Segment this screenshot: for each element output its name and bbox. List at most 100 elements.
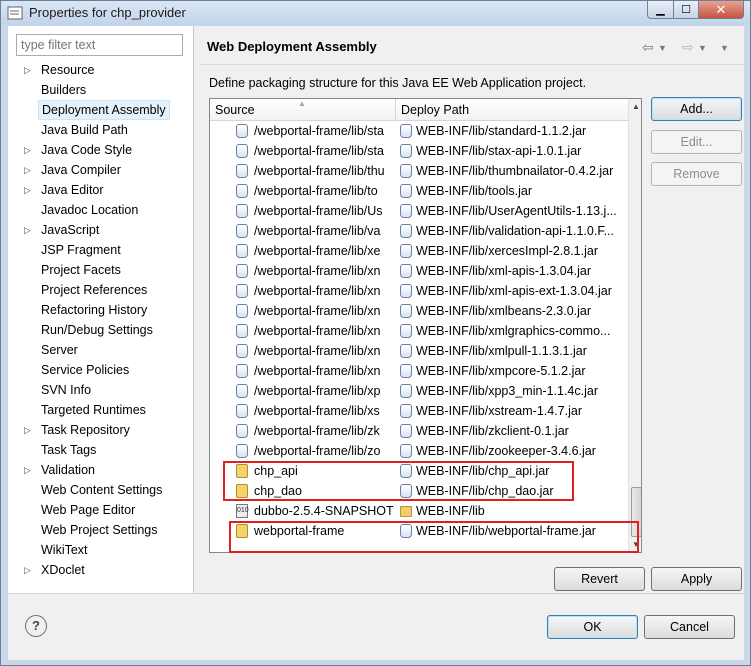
nav-item-label: Web Content Settings (41, 483, 163, 497)
jar-icon (400, 324, 412, 338)
properties-dialog: Properties for chp_provider ▁ ☐ ✕ ▷ Resou… (0, 0, 751, 666)
nav-item[interactable]: Project Facets (41, 260, 121, 280)
filter-input[interactable] (16, 34, 183, 56)
scroll-up-icon[interactable]: ▲ (629, 99, 641, 115)
nav-item[interactable]: Web Page Editor (41, 500, 135, 520)
table-row[interactable]: /webportal-frame/lib/xn WEB-INF/lib/xmlgr… (210, 321, 628, 341)
nav-item[interactable]: Service Policies (41, 360, 129, 380)
nav-item-label: Validation (41, 463, 95, 477)
deploy-path-cell: WEB-INF/lib/xml-apis-ext-1.3.04.jar (416, 284, 612, 298)
nav-item-label: Refactoring History (41, 303, 148, 317)
nav-item[interactable]: Web Project Settings (41, 520, 158, 540)
nav-item[interactable]: ▷ Java Editor (24, 180, 104, 200)
page-title: Web Deployment Assembly (207, 39, 377, 54)
source-cell: /webportal-frame/lib/xn (254, 364, 381, 378)
table-row[interactable]: 010 dubbo-2.5.4-SNAPSHOT WEB-INF/lib (210, 501, 628, 521)
nav-item-label: Service Policies (41, 363, 130, 377)
source-cell: /webportal-frame/lib/thu (254, 164, 385, 178)
nav-item[interactable]: Targeted Runtimes (41, 400, 146, 420)
nav-item[interactable]: Deployment Assembly (38, 100, 170, 120)
nav-item[interactable]: Run/Debug Settings (41, 320, 153, 340)
maximize-button[interactable]: ☐ (673, 1, 699, 19)
nav-item[interactable]: Builders (41, 80, 86, 100)
forward-arrow-icon[interactable]: ⇨ (682, 39, 694, 56)
nav-item[interactable]: Javadoc Location (41, 200, 138, 220)
minimize-button[interactable]: ▁ (647, 1, 674, 19)
column-header-source[interactable]: ▲ Source (210, 99, 396, 121)
source-cell: /webportal-frame/lib/xs (254, 404, 380, 418)
table-row[interactable]: /webportal-frame/lib/xn WEB-INF/lib/xml-a… (210, 261, 628, 281)
maximize-icon: ☐ (681, 4, 691, 16)
table-row[interactable]: /webportal-frame/lib/xn WEB-INF/lib/xmlbe… (210, 301, 628, 321)
table-row[interactable]: /webportal-frame/lib/xn WEB-INF/lib/xmpco… (210, 361, 628, 381)
expand-arrow-icon[interactable]: ▷ (24, 420, 34, 440)
vertical-scrollbar[interactable]: ▲ ▼ (628, 99, 641, 552)
jar-icon (236, 424, 248, 438)
table-row[interactable]: /webportal-frame/lib/zk WEB-INF/lib/zkcli… (210, 421, 628, 441)
nav-item-label: Builders (41, 83, 87, 97)
jar-icon (236, 164, 248, 178)
ok-button[interactable]: OK (547, 615, 638, 639)
view-menu-icon[interactable]: ▼ (720, 43, 729, 53)
table-row[interactable]: /webportal-frame/lib/xn WEB-INF/lib/xml-a… (210, 281, 628, 301)
table-row[interactable]: /webportal-frame/lib/xp WEB-INF/lib/xpp3_… (210, 381, 628, 401)
expand-arrow-icon[interactable]: ▷ (24, 560, 34, 580)
nav-item[interactable]: Server (41, 340, 78, 360)
jar-icon (236, 224, 248, 238)
close-button[interactable]: ✕ (698, 1, 744, 19)
expand-arrow-icon[interactable]: ▷ (24, 180, 34, 200)
column-header-deploy-path[interactable]: Deploy Path (396, 99, 628, 121)
table-header: ▲ Source Deploy Path (210, 99, 628, 121)
table-row[interactable]: /webportal-frame/lib/xn WEB-INF/lib/xmlpu… (210, 341, 628, 361)
expand-arrow-icon[interactable]: ▷ (24, 160, 34, 180)
table-row[interactable]: /webportal-frame/lib/sta WEB-INF/lib/stan… (210, 121, 628, 141)
forward-menu-chevron-icon[interactable]: ▼ (698, 43, 707, 53)
table-row[interactable]: /webportal-frame/lib/thu WEB-INF/lib/thum… (210, 161, 628, 181)
table-row[interactable]: /webportal-frame/lib/xs WEB-INF/lib/xstre… (210, 401, 628, 421)
nav-item[interactable]: Task Tags (41, 440, 96, 460)
nav-item[interactable]: ▷ Task Repository (24, 420, 130, 440)
expand-arrow-icon[interactable]: ▷ (24, 460, 34, 480)
nav-item[interactable]: ▷ Validation (24, 460, 95, 480)
nav-item[interactable]: Java Build Path (41, 120, 128, 140)
cancel-button[interactable]: Cancel (644, 615, 735, 639)
title-bar[interactable]: Properties for chp_provider ▁ ☐ ✕ (1, 1, 750, 25)
jar-icon (400, 384, 412, 398)
remove-button[interactable]: Remove (651, 162, 742, 186)
edit-button[interactable]: Edit... (651, 130, 742, 154)
add-button[interactable]: Add... (651, 97, 742, 121)
expand-arrow-icon[interactable]: ▷ (24, 140, 34, 160)
nav-item[interactable]: ▷ Java Compiler (24, 160, 121, 180)
nav-item[interactable]: JSP Fragment (41, 240, 121, 260)
revert-button[interactable]: Revert (554, 567, 645, 591)
nav-item[interactable]: ▷ JavaScript (24, 220, 99, 240)
table-row[interactable]: /webportal-frame/lib/Us WEB-INF/lib/UserA… (210, 201, 628, 221)
nav-item[interactable]: WikiText (41, 540, 88, 560)
back-menu-chevron-icon[interactable]: ▼ (658, 43, 667, 53)
back-arrow-icon[interactable]: ⇦ (642, 39, 654, 56)
nav-item[interactable]: Refactoring History (41, 300, 147, 320)
apply-button[interactable]: Apply (651, 567, 742, 591)
table-row[interactable]: /webportal-frame/lib/xe WEB-INF/lib/xerce… (210, 241, 628, 261)
nav-item-label: WikiText (41, 543, 88, 557)
help-icon[interactable]: ? (25, 615, 47, 637)
nav-item[interactable]: ▷ XDoclet (24, 560, 85, 580)
table-row[interactable]: /webportal-frame/lib/sta WEB-INF/lib/stax… (210, 141, 628, 161)
window-title: Properties for chp_provider (29, 5, 186, 20)
expand-arrow-icon[interactable]: ▷ (24, 220, 34, 240)
table-row[interactable]: /webportal-frame/lib/to WEB-INF/lib/tools… (210, 181, 628, 201)
deploy-path-cell: WEB-INF/lib/xercesImpl-2.8.1.jar (416, 244, 598, 258)
table-row[interactable]: /webportal-frame/lib/va WEB-INF/lib/valid… (210, 221, 628, 241)
nav-item[interactable]: SVN Info (41, 380, 91, 400)
nav-item[interactable]: ▷ Resource (24, 60, 95, 80)
expand-arrow-icon[interactable]: ▷ (24, 60, 34, 80)
jar-icon (400, 184, 412, 198)
table-row[interactable]: /webportal-frame/lib/zo WEB-INF/lib/zooke… (210, 441, 628, 461)
nav-item[interactable]: Web Content Settings (41, 480, 162, 500)
nav-item[interactable]: Project References (41, 280, 147, 300)
source-cell: /webportal-frame/lib/sta (254, 124, 384, 138)
deploy-path-cell: WEB-INF/lib/zkclient-0.1.jar (416, 424, 569, 438)
nav-item-label: Javadoc Location (41, 203, 139, 217)
nav-item-label: Resource (41, 63, 95, 77)
nav-item[interactable]: ▷ Java Code Style (24, 140, 132, 160)
